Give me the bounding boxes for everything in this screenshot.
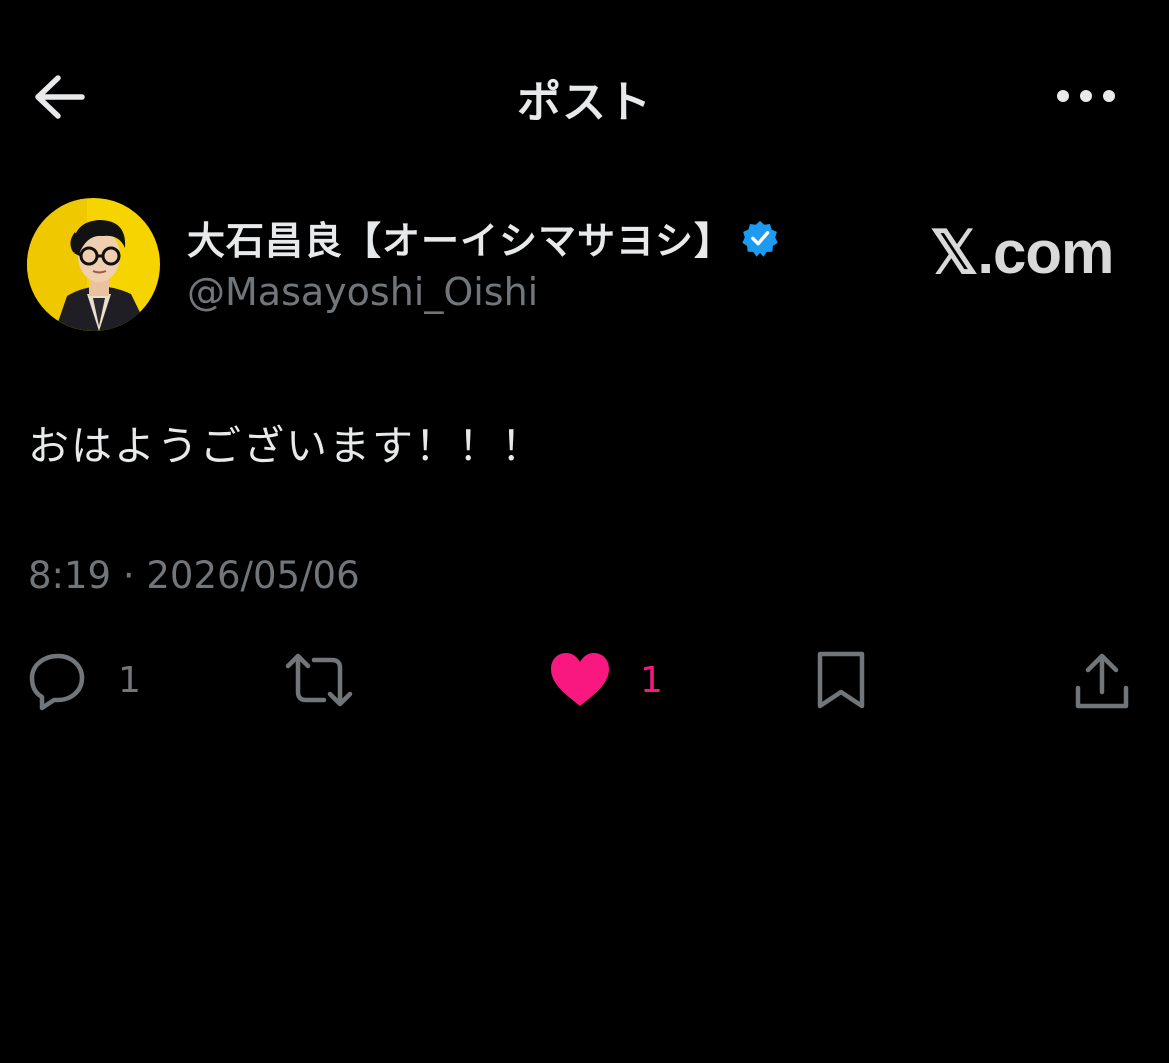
more-horizontal-icon: [1057, 90, 1115, 102]
reply-icon: [29, 653, 85, 711]
post-timestamp[interactable]: 8:19 · 2026/05/06: [28, 554, 360, 597]
like-button[interactable]: 1: [548, 640, 663, 720]
reply-count: 1: [118, 659, 141, 701]
bookmark-button[interactable]: [812, 640, 870, 720]
author-name-row: 大石昌良【オーイシマサヨシ】: [187, 210, 779, 265]
x-com-watermark: 𝕏.com: [930, 219, 1114, 286]
author-display-name[interactable]: 大石昌良【オーイシマサヨシ】: [187, 210, 733, 265]
share-icon: [1075, 653, 1129, 709]
top-navigation-bar: ポスト: [0, 0, 1169, 190]
share-button[interactable]: [1072, 640, 1132, 720]
post-text: おはようございます！！！: [28, 422, 544, 470]
repost-button[interactable]: [284, 640, 354, 720]
post-action-bar: 1 1: [0, 640, 1169, 720]
profile-photo: [27, 198, 160, 331]
page-title: ポスト: [517, 77, 652, 128]
like-heart-icon: [551, 653, 609, 706]
avatar[interactable]: [27, 198, 160, 331]
repost-icon: [285, 653, 353, 707]
verified-badge-icon: [742, 220, 778, 257]
like-count: 1: [640, 659, 663, 701]
author-handle[interactable]: @Masayoshi_Oishi: [187, 270, 538, 314]
reply-button[interactable]: 1: [26, 640, 141, 720]
bookmark-icon: [817, 651, 865, 709]
more-options-button[interactable]: [1052, 78, 1122, 114]
